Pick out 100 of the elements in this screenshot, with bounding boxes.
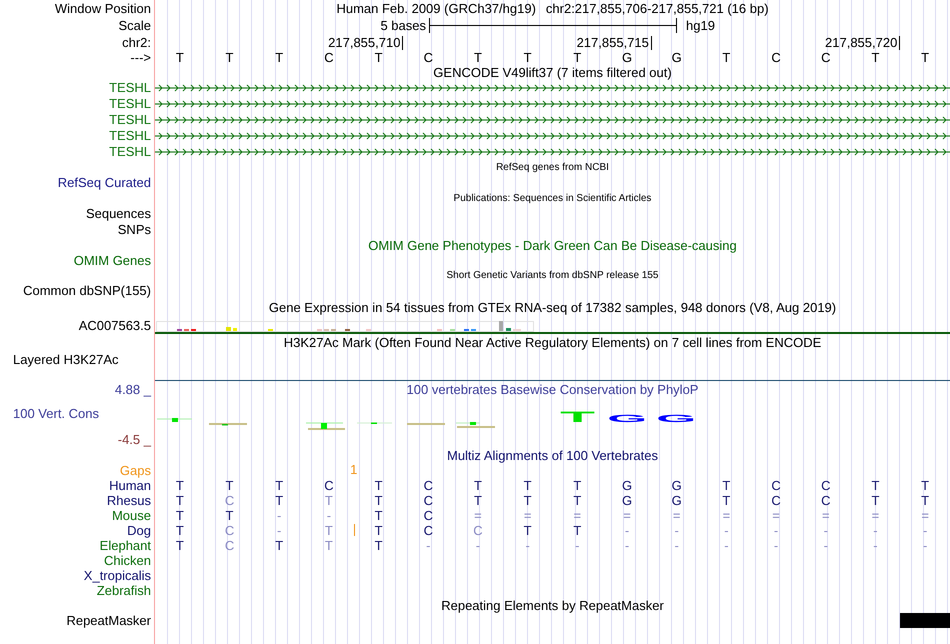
expression-bar [233, 328, 237, 331]
alignment-base: T [573, 524, 582, 538]
genome-assembly: Human Feb. 2009 (GRCh37/hg19) [336, 2, 536, 16]
genome-position: chr2:217,855,706-217,855,721 (16 bp) [546, 2, 769, 16]
alignment-base: T [275, 478, 284, 492]
ruler-tick-label: 217,855,715 [576, 36, 652, 50]
alignment-base: T [921, 478, 930, 492]
alignment-base: C [424, 508, 433, 522]
alignment-base: C [224, 524, 234, 538]
reference-base: T [176, 51, 184, 65]
alignment-base: G [672, 494, 682, 508]
alignment-base: T [524, 524, 532, 538]
reference-base: G [622, 51, 632, 65]
alignment-base: = [474, 508, 482, 522]
ruler-tick-label: 217,855,710 [328, 36, 404, 50]
alignment-base: - [873, 538, 878, 552]
track-label: Layered H3K27Ac [13, 353, 119, 367]
species-label: Elephant [100, 538, 151, 552]
alignment-base: - [277, 508, 282, 522]
gaps-label: Gaps [120, 464, 151, 478]
track-title: Short Genetic Variants from dbSNP release 155 [446, 270, 658, 282]
alignment-base: - [724, 524, 729, 538]
alignment-base: - [674, 538, 679, 552]
track-title: RefSeq genes from NCBI [496, 162, 609, 174]
conservation-bar [470, 422, 476, 425]
alignment-base: T [275, 494, 284, 508]
reference-base: T [871, 51, 880, 65]
reference-base: T [275, 51, 284, 65]
alignment-base: - [922, 524, 928, 538]
alignment-base: T [374, 478, 383, 492]
track-label: Sequences [86, 207, 151, 221]
reference-base: G [672, 51, 682, 65]
reference-base: C [821, 51, 830, 65]
alignment-base: C [473, 524, 483, 538]
row-label: ---> [130, 51, 151, 65]
track-title: Repeating Elements by RepeatMasker [441, 598, 664, 612]
alignment-base: T [573, 494, 582, 508]
track-label: RepeatMasker [66, 614, 151, 628]
track-label: TESHL [109, 97, 151, 111]
alignment-base: - [774, 538, 778, 552]
expression-bar [226, 327, 231, 331]
logo-letter: T [560, 410, 595, 425]
alignment-base: = [921, 508, 929, 522]
reference-base: T [374, 51, 383, 65]
track-label: OMIM Genes [74, 254, 151, 268]
alignment-base: C [771, 494, 781, 508]
track-label: TESHL [109, 113, 151, 127]
alignment-base: C [424, 524, 433, 538]
logo-letter: G [606, 414, 648, 425]
alignment-base: - [774, 524, 778, 538]
alignment-base: - [873, 524, 878, 538]
alignment-base: T [176, 478, 184, 492]
alignment-base: - [525, 538, 530, 552]
alignment-base: C [224, 494, 234, 508]
alignment-base: = [872, 508, 880, 522]
alignment-base: T [324, 538, 333, 552]
alignment-base: T [176, 494, 184, 508]
alignment-base: T [176, 508, 184, 522]
alignment-base: - [824, 524, 828, 538]
alignment-base: C [771, 478, 781, 492]
alignment-base: T [324, 494, 333, 508]
species-label: Chicken [104, 554, 151, 568]
track-title: Multiz Alignments of 100 Vertebrates [446, 448, 658, 462]
alignment-base: C [424, 478, 433, 492]
alignment-base: - [922, 538, 928, 552]
scale-length: 5 bases [380, 18, 426, 32]
row-label: Scale [118, 18, 151, 32]
alignment-base: T [324, 524, 333, 538]
track-title: H3K27Ac Mark (Often Found Near Active Regulatory Elements) on 7 cell lines from ENCODE [284, 336, 822, 350]
expression-bar [499, 321, 503, 331]
alignment-base: T [921, 494, 930, 508]
alignment-base: = [672, 508, 681, 522]
reference-base: T [226, 51, 234, 65]
alignment-base: = [822, 508, 830, 522]
reference-base: T [921, 51, 930, 65]
species-label: Dog [127, 524, 151, 538]
reference-base: T [474, 51, 482, 65]
alignment-base: T [226, 478, 234, 492]
track-title: 100 vertebrates Basewise Conservation by PhyloP [406, 382, 698, 396]
alignment-base: - [724, 538, 729, 552]
track-label: SNPs [118, 223, 151, 237]
conservation-bar [321, 423, 327, 429]
track-label: TESHL [109, 129, 151, 143]
species-label: Zebrafish [96, 584, 151, 598]
alignment-base: T [722, 494, 730, 508]
alignment-base: - [674, 524, 679, 538]
ruler-tick-label: 217,855,720 [825, 36, 900, 50]
reference-base: T [524, 51, 532, 65]
alignment-base: - [476, 538, 480, 552]
alignment-base: - [624, 524, 630, 538]
track-title: Gene Expression in 54 tissues from GTEx RNA-seq of 17382 samples, 948 donors (V8, Aug 2019) [268, 301, 836, 315]
track-label: AC007563.5 [78, 318, 151, 332]
alignment-base: T [474, 478, 482, 492]
alignment-base: - [575, 538, 580, 552]
reference-base: C [424, 51, 433, 65]
alignment-base: T [226, 508, 234, 522]
alignment-base: T [176, 538, 184, 552]
expression-bar [506, 328, 511, 331]
species-label: Human [109, 478, 151, 492]
alignment-base: = [574, 508, 582, 522]
